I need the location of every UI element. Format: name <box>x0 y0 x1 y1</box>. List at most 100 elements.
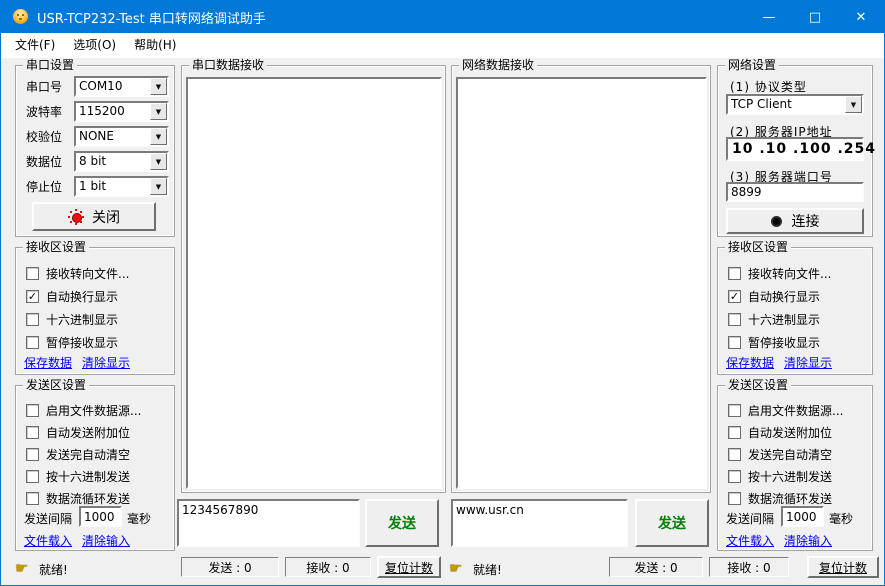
network-reset-count-button[interactable]: 复位计数 <box>807 556 879 578</box>
network-send-input[interactable] <box>451 499 628 547</box>
checkbox-pause-receive-serial[interactable]: 暂停接收显示 <box>26 335 118 350</box>
serial-receive-settings-group: 接收区设置 接收转向文件... ✓ 自动换行显示 十六进制显示 暂停接收显示 保… <box>15 247 175 375</box>
checkbox-hex-display-serial[interactable]: 十六进制显示 <box>26 312 118 327</box>
stop-bits-select[interactable]: 1 bit ▼ <box>74 176 169 197</box>
checkbox-icon[interactable] <box>728 470 741 483</box>
checkbox-icon[interactable] <box>26 313 39 326</box>
checkbox-loop-send-network[interactable]: 数据流循环发送 <box>728 491 832 506</box>
checkbox-icon[interactable]: ✓ <box>26 290 39 303</box>
checkbox-icon[interactable] <box>728 404 741 417</box>
checkbox-auto-wrap-serial[interactable]: ✓ 自动换行显示 <box>26 289 118 304</box>
baud-rate-label: 波特率 <box>26 103 62 120</box>
checkbox-loop-send-serial[interactable]: 数据流循环发送 <box>26 491 130 506</box>
checkbox-auto-wrap-network[interactable]: ✓ 自动换行显示 <box>728 289 820 304</box>
network-receive-area[interactable] <box>456 77 707 489</box>
checkbox-clear-after-send-serial[interactable]: 发送完自动清空 <box>26 447 130 462</box>
checkbox-icon[interactable] <box>728 492 741 505</box>
maximize-icon[interactable]: □ <box>792 1 838 33</box>
checkbox-icon[interactable] <box>26 492 39 505</box>
app-window: USR-TCP232-Test 串口转网络调试助手 — □ ✕ 文件(F) 选项… <box>0 0 885 586</box>
clear-input-link-serial[interactable]: 清除输入 <box>82 532 130 549</box>
checkbox-icon[interactable] <box>728 313 741 326</box>
checkbox-icon[interactable]: ✓ <box>728 290 741 303</box>
data-bits-select[interactable]: 8 bit ▼ <box>74 151 169 172</box>
protocol-type-select[interactable]: TCP Client ▼ <box>726 94 864 115</box>
checkbox-auto-append-network[interactable]: 自动发送附加位 <box>728 425 832 440</box>
serial-receive-group: 串口数据接收 <box>181 65 446 493</box>
serial-send-button[interactable]: 发送 <box>365 499 439 547</box>
network-receive-group: 网络数据接收 <box>451 65 711 493</box>
receive-settings-title: 接收区设置 <box>725 240 791 254</box>
send-settings-title: 发送区设置 <box>725 378 791 392</box>
red-led-icon <box>68 209 84 225</box>
serial-send-settings-group: 发送区设置 启用文件数据源... 自动发送附加位 发送完自动清空 按十六进制发送… <box>15 385 175 551</box>
checkbox-pause-receive-network[interactable]: 暂停接收显示 <box>728 335 820 350</box>
checkbox-receive-to-file-network[interactable]: 接收转向文件... <box>728 266 831 281</box>
window-title: USR-TCP232-Test 串口转网络调试助手 <box>37 8 266 27</box>
serial-close-button[interactable]: 关闭 <box>32 202 156 231</box>
dropdown-arrow-icon[interactable]: ▼ <box>150 78 167 95</box>
checkbox-clear-after-send-network[interactable]: 发送完自动清空 <box>728 447 832 462</box>
checkbox-icon[interactable] <box>26 426 39 439</box>
dropdown-arrow-icon[interactable]: ▼ <box>150 153 167 170</box>
clear-input-link-network[interactable]: 清除输入 <box>784 532 832 549</box>
ready-pointer-icon: ☛ <box>15 559 28 577</box>
close-icon[interactable]: ✕ <box>838 1 884 33</box>
menu-file[interactable]: 文件(F) <box>6 35 64 56</box>
checkbox-hex-display-network[interactable]: 十六进制显示 <box>728 312 820 327</box>
checkbox-hex-send-serial[interactable]: 按十六进制发送 <box>26 469 130 484</box>
send-interval-input-network[interactable] <box>781 506 824 527</box>
serial-status-ready: 就绪! <box>39 561 68 578</box>
load-file-link-serial[interactable]: 文件载入 <box>24 532 72 549</box>
checkbox-icon[interactable] <box>26 404 39 417</box>
network-send-count: 发送 : 0 <box>609 557 703 577</box>
network-recv-count: 接收 : 0 <box>709 557 789 577</box>
load-file-link-network[interactable]: 文件载入 <box>726 532 774 549</box>
dropdown-arrow-icon[interactable]: ▼ <box>845 96 862 113</box>
dropdown-arrow-icon[interactable]: ▼ <box>150 103 167 120</box>
baud-rate-select[interactable]: 115200 ▼ <box>74 101 169 122</box>
checkbox-icon[interactable] <box>26 267 39 280</box>
checkbox-auto-append-serial[interactable]: 自动发送附加位 <box>26 425 130 440</box>
menu-options[interactable]: 选项(O) <box>64 35 125 56</box>
clear-display-link-network[interactable]: 清除显示 <box>784 354 832 371</box>
clear-display-link-serial[interactable]: 清除显示 <box>82 354 130 371</box>
checkbox-icon[interactable] <box>728 426 741 439</box>
checkbox-hex-send-network[interactable]: 按十六进制发送 <box>728 469 832 484</box>
checkbox-file-source-serial[interactable]: 启用文件数据源... <box>26 403 141 418</box>
network-receive-settings-group: 接收区设置 接收转向文件... ✓ 自动换行显示 十六进制显示 暂停接收显示 保… <box>717 247 873 375</box>
checkbox-icon[interactable] <box>26 336 39 349</box>
serial-port-select[interactable]: COM10 ▼ <box>74 76 169 97</box>
send-settings-title: 发送区设置 <box>23 378 89 392</box>
menu-help[interactable]: 帮助(H) <box>125 35 185 56</box>
checkbox-icon[interactable] <box>728 336 741 349</box>
server-port-input[interactable] <box>726 182 864 202</box>
network-settings-title: 网络设置 <box>725 58 779 72</box>
checkbox-icon[interactable] <box>728 267 741 280</box>
network-send-button[interactable]: 发送 <box>635 499 709 547</box>
checkbox-icon[interactable] <box>26 470 39 483</box>
parity-label: 校验位 <box>26 128 62 145</box>
checkbox-icon[interactable] <box>26 448 39 461</box>
minimize-icon[interactable]: — <box>746 1 792 33</box>
data-bits-label: 数据位 <box>26 153 62 170</box>
checkbox-receive-to-file-serial[interactable]: 接收转向文件... <box>26 266 129 281</box>
save-data-link-serial[interactable]: 保存数据 <box>24 354 72 371</box>
checkbox-icon[interactable] <box>728 448 741 461</box>
send-interval-label: 发送间隔 <box>726 510 774 527</box>
dropdown-arrow-icon[interactable]: ▼ <box>150 178 167 195</box>
dropdown-arrow-icon[interactable]: ▼ <box>150 128 167 145</box>
serial-receive-title: 串口数据接收 <box>189 58 267 72</box>
ready-pointer-icon: ☛ <box>449 559 462 577</box>
network-connect-button[interactable]: 连接 <box>726 208 864 234</box>
serial-send-input[interactable] <box>177 499 360 547</box>
server-ip-input[interactable]: 10 .10 .100 .254 <box>726 137 864 161</box>
parity-select[interactable]: NONE ▼ <box>74 126 169 147</box>
checkbox-file-source-network[interactable]: 启用文件数据源... <box>728 403 843 418</box>
serial-receive-area[interactable] <box>186 77 442 489</box>
serial-port-label: 串口号 <box>26 78 62 95</box>
serial-reset-count-button[interactable]: 复位计数 <box>377 556 441 578</box>
save-data-link-network[interactable]: 保存数据 <box>726 354 774 371</box>
send-interval-input[interactable] <box>79 506 122 527</box>
receive-settings-title: 接收区设置 <box>23 240 89 254</box>
